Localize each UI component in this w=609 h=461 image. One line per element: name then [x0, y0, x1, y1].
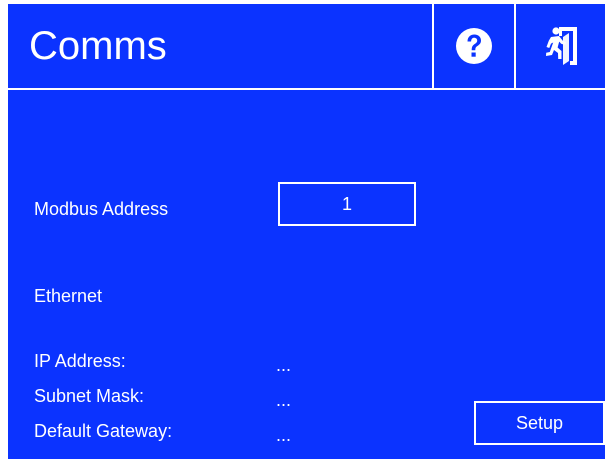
exit-running-person-icon — [545, 27, 577, 65]
header-bar: Comms — [8, 4, 605, 90]
help-button[interactable] — [432, 4, 514, 88]
ethernet-heading: Ethernet — [34, 286, 103, 306]
subnet-mask-value: ... — [276, 390, 292, 410]
setup-button-label: Setup — [515, 413, 564, 433]
modbus-address-field[interactable]: 1 — [278, 182, 416, 226]
default-gateway-value: ... — [276, 425, 292, 445]
subnet-mask-label: Subnet Mask: — [34, 386, 145, 406]
ip-address-label: IP Address: — [34, 351, 126, 371]
question-circle-icon — [456, 28, 492, 64]
exit-button[interactable] — [514, 4, 605, 88]
modbus-address-value: 1 — [341, 194, 352, 214]
ip-address-value: ... — [276, 355, 292, 375]
setup-button[interactable]: Setup — [474, 401, 605, 445]
default-gateway-label: Default Gateway: — [34, 421, 173, 441]
comms-screen: Comms Modbus Address 1 Ethernet IP Addre… — [8, 4, 605, 459]
page-title: Comms — [29, 24, 167, 68]
modbus-address-label: Modbus Address — [34, 199, 169, 219]
